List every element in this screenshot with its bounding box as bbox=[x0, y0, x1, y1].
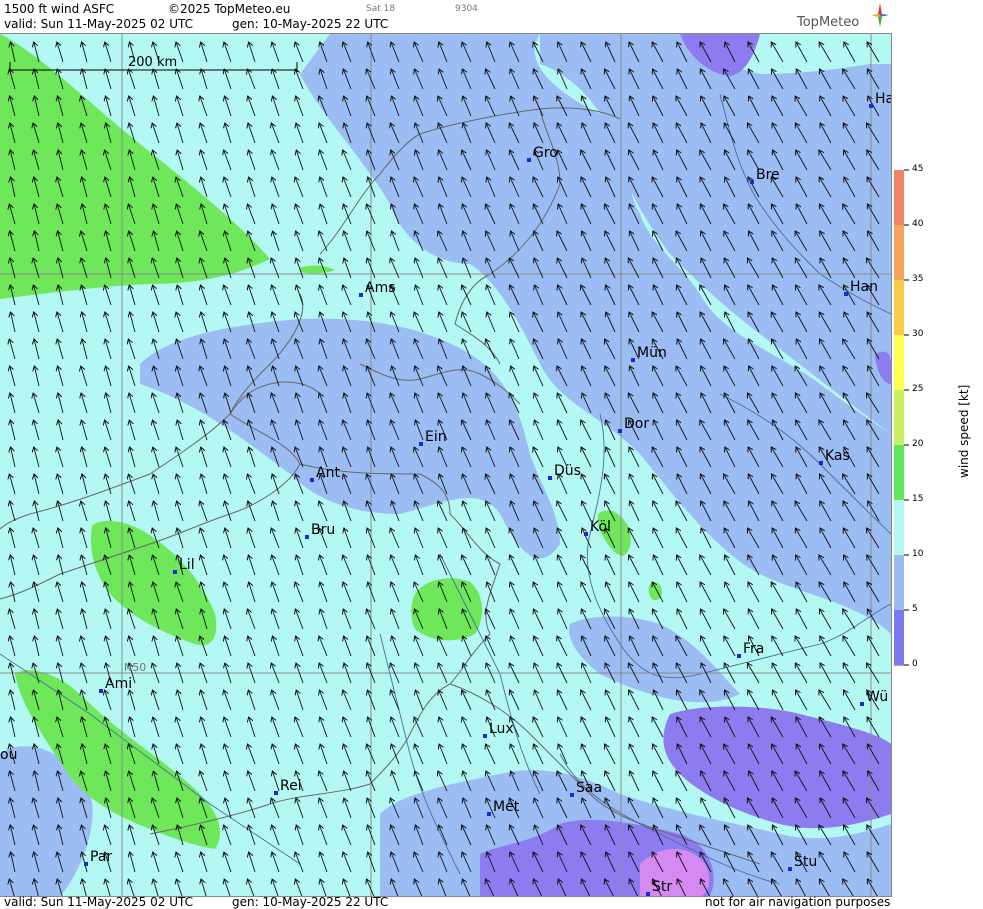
legend-tick-label: 10 bbox=[912, 549, 924, 559]
city-label: Met bbox=[493, 799, 520, 815]
legend-band bbox=[894, 665, 904, 666]
legend-band bbox=[894, 280, 904, 335]
city-marker-ou[interactable]: ou bbox=[0, 747, 17, 764]
city-dot bbox=[84, 862, 88, 866]
city-label: Lil bbox=[179, 557, 195, 573]
valid-time: valid: Sun 11-May-2025 02 UTC bbox=[4, 17, 193, 31]
city-dot bbox=[527, 158, 531, 162]
run-code: 9304 bbox=[455, 4, 478, 14]
legend-tick-label: 30 bbox=[912, 329, 924, 339]
city-label: Düs bbox=[554, 463, 581, 479]
legend-tick-label: 45 bbox=[912, 164, 924, 174]
city-dot bbox=[99, 689, 103, 693]
city-dot bbox=[419, 442, 423, 446]
city-label: Dor bbox=[624, 416, 649, 432]
city-dot bbox=[173, 570, 177, 574]
city-label: Rei bbox=[280, 778, 302, 794]
city-label: Mün bbox=[637, 345, 667, 361]
latitude-label: N50 bbox=[124, 661, 146, 674]
wind-map-canvas: Ha Gro Bre Ams Han Mün Ein Dor Ant Düs Kas Bru Köl Li… bbox=[0, 34, 891, 896]
city-dot bbox=[359, 293, 363, 297]
footer-valid-time: valid: Sun 11-May-2025 02 UTC bbox=[4, 895, 193, 909]
city-dot bbox=[618, 429, 622, 433]
city-dot bbox=[570, 793, 574, 797]
legend-tick-label: 35 bbox=[912, 274, 924, 284]
city-dot bbox=[631, 358, 635, 362]
wind-zone-green bbox=[411, 578, 482, 641]
wind-map[interactable]: Ha Gro Bre Ams Han Mün Ein Dor Ant Düs Kas Bru Köl Li… bbox=[0, 33, 892, 897]
legend-tick-label: 0 bbox=[912, 659, 918, 669]
legend-band bbox=[894, 335, 904, 390]
city-label: Ams bbox=[365, 280, 396, 296]
legend-tick-label: 25 bbox=[912, 384, 924, 394]
city-dot bbox=[548, 476, 552, 480]
city-dot bbox=[750, 180, 754, 184]
legend-band bbox=[894, 610, 904, 665]
generated-time: gen: 10-May-2025 22 UTC bbox=[232, 17, 389, 31]
city-label: Wü bbox=[866, 689, 888, 705]
city-marker-mun[interactable]: Mün bbox=[631, 345, 667, 362]
city-dot bbox=[646, 892, 650, 896]
city-dot bbox=[788, 867, 792, 871]
city-label: Ein bbox=[425, 429, 447, 445]
city-dot bbox=[860, 702, 864, 706]
city-dot bbox=[844, 292, 848, 296]
city-marker-ams[interactable]: Ams bbox=[359, 280, 396, 297]
city-label: Gro bbox=[533, 145, 558, 161]
copyright: ©2025 TopMeteo.eu bbox=[168, 2, 291, 16]
legend-band bbox=[894, 390, 904, 445]
scale-bar-label: 200 km bbox=[128, 55, 177, 70]
city-label: Bru bbox=[311, 522, 335, 538]
legend-band bbox=[894, 500, 904, 555]
product-title: 1500 ft wind ASFC bbox=[4, 2, 115, 16]
city-label: Bre bbox=[756, 167, 780, 183]
legend-band bbox=[894, 445, 904, 500]
city-dot bbox=[869, 104, 873, 108]
legend-band bbox=[894, 170, 904, 225]
compass-rose-icon bbox=[871, 3, 889, 27]
topmeteo-logo[interactable]: TopMeteo bbox=[797, 3, 889, 30]
city-label: Lux bbox=[489, 721, 514, 737]
city-label: ou bbox=[0, 747, 17, 763]
city-dot bbox=[274, 791, 278, 795]
city-dot bbox=[819, 461, 823, 465]
legend-tick-label: 5 bbox=[912, 604, 918, 614]
city-label: Stu bbox=[794, 854, 817, 870]
day-code: Sat 18 bbox=[366, 4, 396, 14]
legend-tick-label: 40 bbox=[912, 219, 924, 229]
city-label: Par bbox=[90, 849, 112, 865]
city-label: Han bbox=[850, 279, 878, 295]
legend-tick-label: 15 bbox=[912, 494, 924, 504]
city-marker-han[interactable]: Han bbox=[844, 279, 878, 296]
city-dot bbox=[483, 734, 487, 738]
city-dot bbox=[305, 535, 309, 539]
city-label: Köl bbox=[590, 519, 611, 535]
wind-speed-legend bbox=[894, 169, 909, 666]
legend-band bbox=[894, 225, 904, 280]
disclaimer: not for air navigation purposes bbox=[705, 895, 891, 909]
city-label: Fra bbox=[743, 641, 764, 657]
city-dot bbox=[737, 654, 741, 658]
footer-generated-time: gen: 10-May-2025 22 UTC bbox=[232, 895, 389, 909]
city-dot bbox=[584, 532, 588, 536]
city-label: Ant bbox=[316, 465, 340, 481]
city-label: Str bbox=[652, 879, 672, 895]
logo-text: TopMeteo bbox=[797, 15, 860, 30]
city-dot bbox=[310, 478, 314, 482]
legend-title: wind speed [kt] bbox=[957, 384, 971, 478]
city-dot bbox=[487, 812, 491, 816]
legend-band bbox=[894, 555, 904, 610]
city-label: Ami bbox=[105, 676, 132, 692]
city-label: Kas bbox=[825, 448, 850, 464]
city-label: Saa bbox=[576, 780, 602, 796]
legend-tick-label: 20 bbox=[912, 439, 924, 449]
city-label: Ha bbox=[875, 91, 891, 107]
